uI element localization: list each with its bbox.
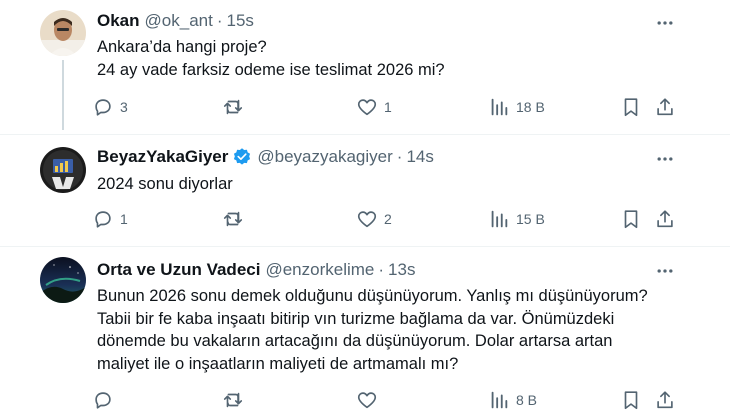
retweet-icon	[223, 211, 243, 227]
timestamp[interactable]: 15s	[227, 10, 254, 32]
tweet-header: Okan @ok_ant · 15s	[97, 10, 254, 32]
tweet-1[interactable]: Okan @ok_ant · 15s Ankara’da hangi proje…	[0, 0, 730, 130]
share-icon	[657, 210, 673, 228]
views-button[interactable]: 8 B	[488, 389, 537, 411]
tweet-header: BeyazYakaGiyer @beyazyakagiyer · 14s	[97, 146, 434, 168]
like-count: 2	[384, 211, 392, 227]
tweet-header: Orta ve Uzun Vadeci @enzorkelime · 13s	[97, 259, 415, 281]
bookmark-icon	[624, 98, 638, 117]
reply-icon	[95, 211, 111, 228]
display-name[interactable]: Orta ve Uzun Vadeci	[97, 259, 260, 281]
retweet-button[interactable]	[222, 389, 250, 411]
retweet-button[interactable]	[222, 208, 250, 230]
views-button[interactable]: 15 B	[488, 208, 545, 230]
separator-dot: ·	[396, 147, 403, 166]
timestamp[interactable]: 13s	[388, 259, 415, 281]
retweet-button[interactable]	[222, 96, 250, 118]
tweet-text-line: maliyet ile o inşaatların maliyeti de ar…	[97, 354, 459, 373]
tweet-text: Ankara’da hangi proje? 24 ay vade farksi…	[97, 36, 687, 81]
like-icon	[357, 392, 377, 409]
separator-dot: ·	[378, 260, 385, 279]
share-icon	[657, 98, 673, 116]
retweet-icon	[223, 392, 243, 408]
like-button[interactable]	[356, 389, 384, 411]
reply-count: 1	[120, 211, 128, 227]
reply-icon	[95, 392, 111, 409]
reply-button[interactable]: 3	[92, 96, 128, 118]
user-handle[interactable]: @ok_ant	[145, 10, 213, 32]
tweet-text-line: 24 ay vade farksiz odeme ise teslimat 20…	[97, 60, 445, 79]
tweet-text: Bunun 2026 sonu demek olduğunu düşünüyor…	[97, 285, 687, 375]
more-icon[interactable]	[654, 148, 676, 170]
action-bar: 1 2 15 B	[92, 208, 682, 232]
tweet-text-line: Bunun 2026 sonu demek olduğunu düşünüyor…	[97, 287, 648, 305]
reply-button[interactable]: 1	[92, 208, 128, 230]
views-icon	[491, 210, 508, 228]
like-icon	[357, 211, 377, 228]
share-button[interactable]	[654, 389, 676, 411]
bookmark-button[interactable]	[620, 389, 642, 411]
bookmark-button[interactable]	[620, 208, 642, 230]
avatar-okan[interactable]	[40, 10, 86, 56]
more-icon[interactable]	[654, 12, 676, 34]
thread-connector	[62, 60, 64, 130]
share-icon	[657, 391, 673, 409]
views-count: 18 B	[516, 99, 545, 115]
tweet-3[interactable]: Orta ve Uzun Vadeci @enzorkelime · 13s B…	[0, 247, 730, 420]
share-button[interactable]	[654, 208, 676, 230]
tweet-2[interactable]: BeyazYakaGiyer @beyazyakagiyer · 14s 202…	[0, 135, 730, 245]
like-button[interactable]: 1	[356, 96, 392, 118]
tweet-text: 2024 sonu diyorlar	[97, 173, 687, 196]
like-count: 1	[384, 99, 392, 115]
tweet-text-line: dönemde bu vakaların artacağını da düşün…	[97, 332, 613, 350]
avatar-beyazyakagiyer[interactable]	[40, 147, 86, 193]
like-icon	[357, 99, 377, 116]
tweet-text-line: Ankara’da hangi proje?	[97, 38, 267, 56]
share-button[interactable]	[654, 96, 676, 118]
views-count: 8 B	[516, 392, 538, 408]
display-name[interactable]: BeyazYakaGiyer	[97, 146, 228, 168]
avatar-enzorkelime[interactable]	[40, 257, 86, 303]
reply-count: 3	[120, 99, 128, 115]
bookmark-button[interactable]	[620, 96, 642, 118]
tweet-text-line: Tabii bir fe kaba inşaatı bitirip vın tu…	[97, 309, 615, 328]
user-handle[interactable]: @enzorkelime	[265, 259, 374, 281]
verified-badge-icon	[234, 148, 251, 165]
bookmark-icon	[624, 391, 638, 410]
views-count: 15 B	[516, 211, 545, 227]
action-bar: 3 1 18 B	[92, 96, 682, 120]
timestamp[interactable]: 14s	[406, 146, 433, 168]
reply-icon	[95, 99, 111, 116]
retweet-icon	[223, 99, 243, 115]
views-icon	[491, 391, 508, 409]
user-handle[interactable]: @beyazyakagiyer	[257, 146, 392, 168]
bookmark-icon	[624, 210, 638, 229]
more-icon[interactable]	[654, 260, 676, 282]
separator-dot: ·	[216, 11, 223, 30]
reply-button[interactable]	[92, 389, 120, 411]
like-button[interactable]: 2	[356, 208, 392, 230]
tweet-text-line: 2024 sonu diyorlar	[97, 175, 233, 193]
display-name[interactable]: Okan	[97, 10, 140, 32]
action-bar: 8 B	[92, 389, 682, 413]
views-icon	[491, 98, 508, 116]
views-button[interactable]: 18 B	[488, 96, 545, 118]
